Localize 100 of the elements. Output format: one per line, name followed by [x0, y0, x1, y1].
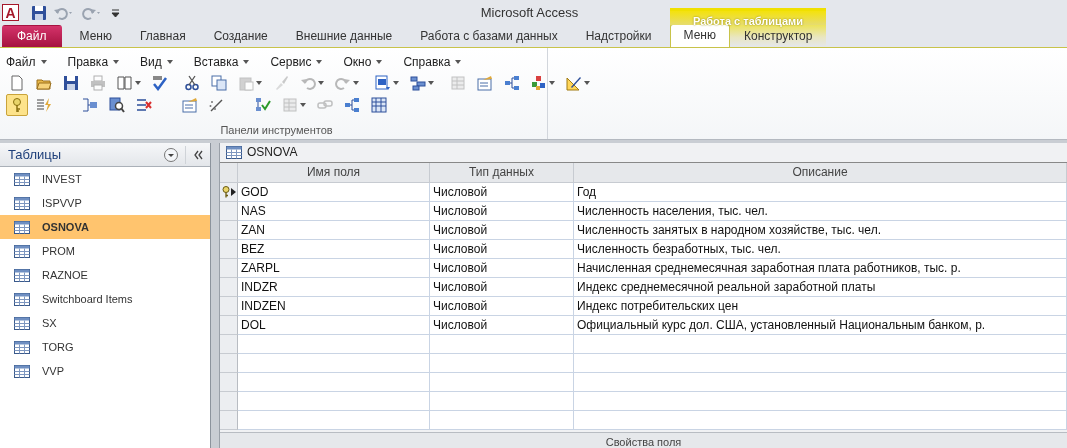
- table-icon: [14, 315, 30, 331]
- current-row-icon: [230, 187, 236, 196]
- relationships-icon: [504, 75, 520, 91]
- table-cell[interactable]: Числовой: [430, 182, 574, 202]
- table-cell[interactable]: Числовой: [430, 220, 574, 240]
- menu-item[interactable]: Правка: [67, 55, 124, 69]
- empty-cell[interactable]: [574, 372, 1067, 392]
- table-cell[interactable]: INDZEN: [238, 296, 430, 316]
- file-tab[interactable]: Файл: [2, 25, 62, 47]
- table-list-item[interactable]: PROM: [0, 239, 210, 263]
- save-icon: [63, 75, 79, 91]
- contextual-group-title: Работа с таблицами: [669, 8, 827, 25]
- table-cell[interactable]: Числовой: [430, 258, 574, 278]
- boxes-icon: [410, 75, 426, 91]
- table-cell[interactable]: Официальный курс дол. США, установленный Национальным банком, р.: [574, 315, 1067, 335]
- table-cell[interactable]: Числовой: [430, 296, 574, 316]
- magnifier-table-icon: [109, 97, 125, 113]
- table-icon: [14, 363, 30, 379]
- table-icon: [14, 195, 30, 211]
- ribbon-tab[interactable]: Меню: [65, 25, 126, 47]
- new-document-icon: [9, 75, 25, 91]
- column-header: Имя поля: [238, 162, 430, 183]
- table-cell[interactable]: Начисленная среднемесячная заработная плата работников, тыс. р.: [574, 258, 1067, 278]
- save-icon[interactable]: [31, 4, 47, 21]
- menu-item[interactable]: Вставка: [193, 55, 254, 69]
- table-cell[interactable]: Числовой: [430, 315, 574, 335]
- table-list-item[interactable]: RAZNOE: [0, 263, 210, 287]
- sheet-icon: [282, 97, 298, 113]
- column-header: Тип данных: [430, 162, 574, 183]
- column-header: Описание: [574, 162, 1067, 183]
- table-list-item[interactable]: INVEST: [0, 167, 210, 191]
- table-list-item[interactable]: ISPVVP: [0, 191, 210, 215]
- table-list-item[interactable]: SX: [0, 311, 210, 335]
- table-cell[interactable]: Числовой: [430, 239, 574, 259]
- table-cell[interactable]: INDZR: [238, 277, 430, 297]
- dropdown-icon[interactable]: [163, 146, 179, 163]
- table-cell[interactable]: Числовой: [430, 201, 574, 221]
- table-icon: [14, 243, 30, 259]
- table-list-item[interactable]: OSNOVA: [0, 215, 210, 239]
- printer-icon: [90, 75, 106, 91]
- ribbon-tab[interactable]: Работа с базами данных: [406, 25, 572, 47]
- empty-cell[interactable]: [574, 410, 1067, 430]
- ribbon-tab[interactable]: Внешние данные: [281, 25, 407, 47]
- empty-cell[interactable]: [574, 391, 1067, 411]
- table-icon: [14, 219, 30, 235]
- table-icon: [14, 171, 30, 187]
- table-cell[interactable]: DOL: [238, 315, 430, 335]
- table-icon: [14, 339, 30, 355]
- lightning-list-icon: [36, 97, 52, 113]
- properties-icon: [477, 75, 493, 91]
- table-cell[interactable]: ZAN: [238, 220, 430, 240]
- table-cell[interactable]: Индекс потребительских цен: [574, 296, 1067, 316]
- app-logo: A: [2, 4, 19, 21]
- table-icon: [14, 267, 30, 283]
- pane-title: Таблицы: [8, 147, 63, 162]
- relationships-icon: [344, 97, 360, 113]
- table-list-item[interactable]: VVP: [0, 359, 210, 383]
- redo-icon: [335, 75, 351, 91]
- table-icon: [14, 291, 30, 307]
- sheet-icon: [450, 75, 466, 91]
- table-cell[interactable]: GOD: [238, 182, 430, 202]
- ribbon-tab[interactable]: Надстройки: [571, 25, 666, 47]
- toolbar-button[interactable]: [368, 94, 390, 116]
- grid-icon: [371, 97, 387, 113]
- table-icon: [226, 144, 242, 160]
- empty-cell[interactable]: [574, 353, 1067, 373]
- table-cell[interactable]: Числовой: [430, 277, 574, 297]
- scissors-icon: [184, 75, 200, 91]
- menu-item[interactable]: Сервис: [270, 55, 327, 69]
- menu-item[interactable]: Справка: [403, 55, 466, 69]
- table-cell[interactable]: Год: [574, 182, 1067, 202]
- empty-cell[interactable]: [430, 410, 574, 430]
- ribbon-tab[interactable]: Меню: [669, 24, 730, 47]
- table-cell[interactable]: Численность населения, тыс. чел.: [574, 201, 1067, 221]
- brush-icon: [273, 75, 289, 91]
- table-cell[interactable]: NAS: [238, 201, 430, 221]
- table-cell[interactable]: Индекс среднемесячной реальной заработной платы: [574, 277, 1067, 297]
- ribbon-tab[interactable]: Создание: [199, 25, 282, 47]
- table-list-item[interactable]: Switchboard Items: [0, 287, 210, 311]
- window-title: Microsoft Access: [480, 5, 579, 20]
- document-export-icon: [375, 75, 391, 91]
- empty-cell[interactable]: [574, 334, 1067, 354]
- ribbon-tab[interactable]: Главная: [125, 25, 200, 47]
- section-header: Свойства поля: [220, 431, 1067, 448]
- empty-cell[interactable]: [430, 372, 574, 392]
- table-cell[interactable]: ZARPL: [238, 258, 430, 278]
- insert-rows-icon: [82, 97, 98, 113]
- properties-icon: [182, 97, 198, 113]
- menu-item[interactable]: Окно: [343, 55, 387, 69]
- menu-item[interactable]: Файл: [6, 55, 51, 69]
- menu-item[interactable]: Вид: [140, 55, 177, 69]
- empty-cell[interactable]: [430, 334, 574, 354]
- table-list-item[interactable]: TORG: [0, 335, 210, 359]
- table-cell[interactable]: BEZ: [238, 239, 430, 259]
- undo-icon: [300, 75, 316, 91]
- table-cell[interactable]: Численность безработных, тыс. чел.: [574, 239, 1067, 259]
- table-cell[interactable]: Численность занятых в народном хозяйстве, тыс. чел.: [574, 220, 1067, 240]
- copy-icon: [211, 75, 227, 91]
- empty-cell[interactable]: [430, 391, 574, 411]
- empty-cell[interactable]: [430, 353, 574, 373]
